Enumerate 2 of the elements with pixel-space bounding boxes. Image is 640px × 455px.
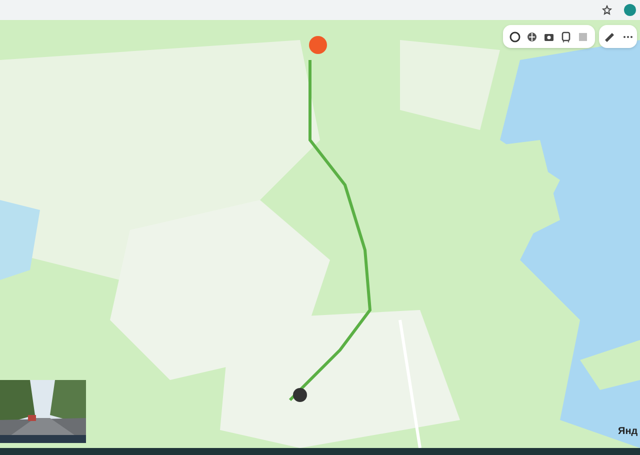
star-icon[interactable]: [602, 5, 612, 15]
extension-icon[interactable]: [624, 4, 636, 16]
